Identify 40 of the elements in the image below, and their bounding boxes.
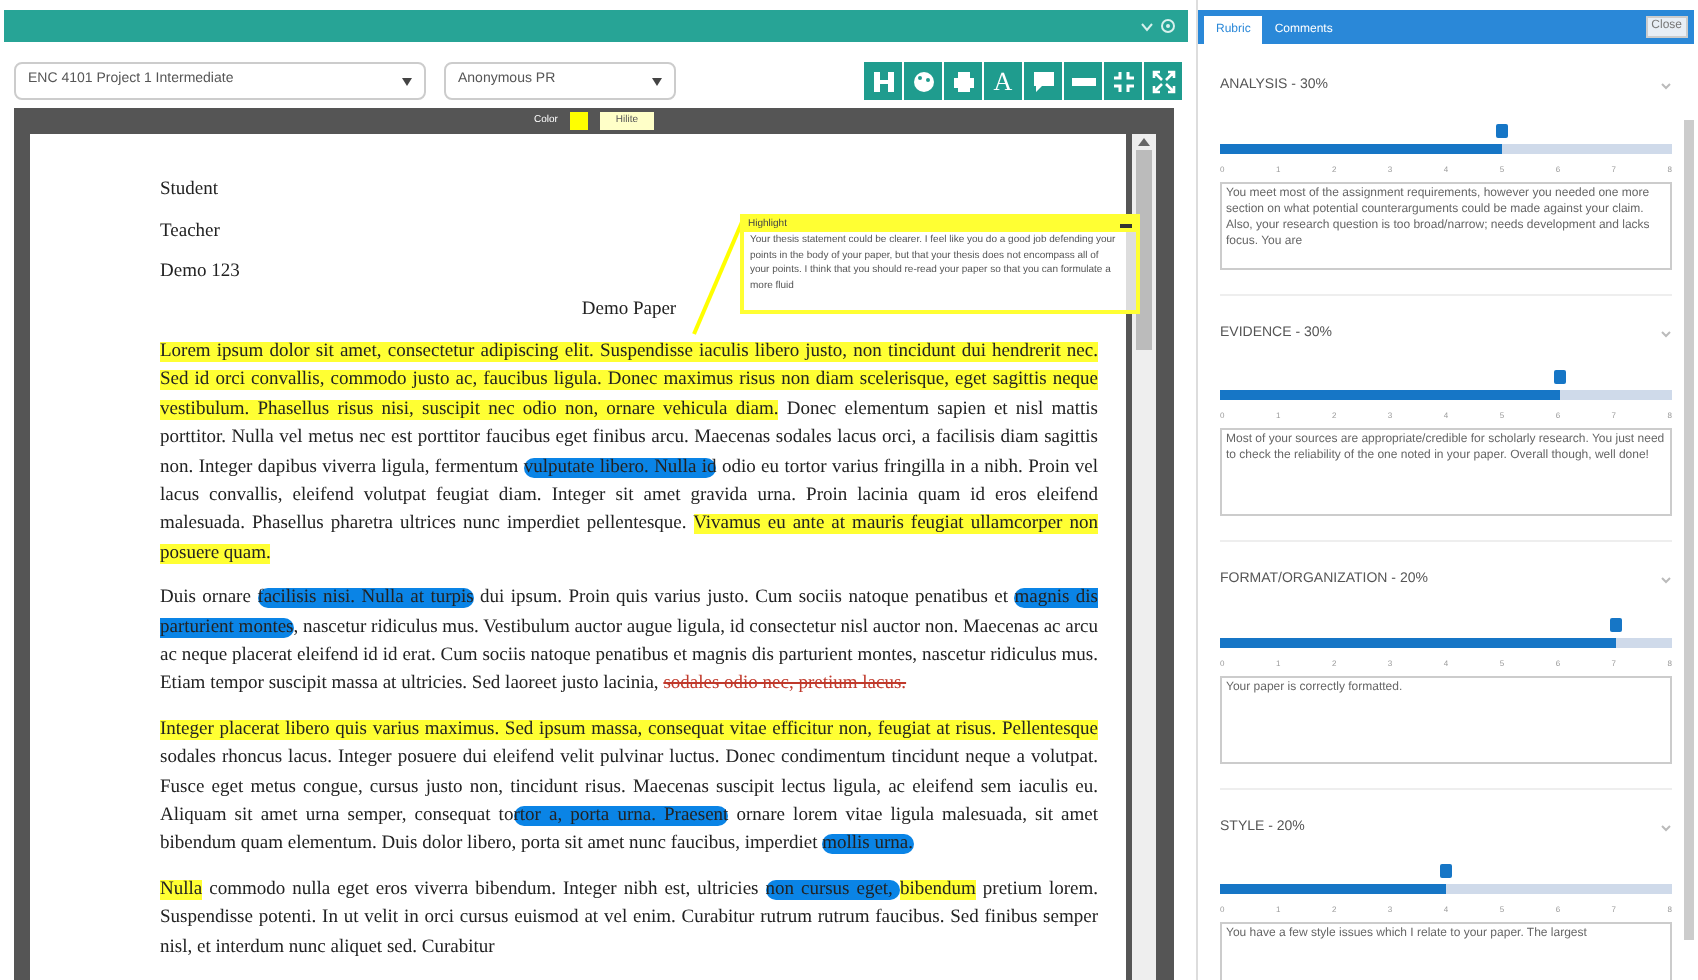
paragraph: Integer placerat libero quis varius maximus. Sed ipsum massa, consequat vitae efficitur non, feugiat at risus. Pellentesque sodales rhoncus lacus. Integer posuere dui eleifend velit pulvinar luctus. Donec condimentum tincidunt neque a volutpat. Fusce eget metus congue, cursus justo non, tincidunt risus. Maecenas suscipit lectus ligula, ac eleifend sem iaculis eu. Aliquam sit amet urna semper, consequat tortor a, porta urna. Praesent ornare lorem vitae ligula malesuada, sit amet bibendum quam elementum. Duis dolor libero, porta sit amet nunc faucibus, imperdiet mollis urna. — [160, 717, 1098, 859]
comment-field[interactable] — [1220, 181, 1672, 269]
shrink-icon — [1111, 69, 1135, 93]
print-icon — [951, 69, 975, 93]
dropdown-arrow-icon — [652, 77, 662, 85]
leader-line — [690, 218, 746, 338]
settings-icon[interactable] — [1160, 18, 1176, 34]
font-button[interactable]: A — [984, 62, 1022, 100]
dropdown-arrow-icon — [402, 77, 412, 85]
minimize-icon[interactable] — [1120, 223, 1132, 227]
expand-tool-button[interactable] — [1144, 62, 1182, 100]
paragraph: Duis ornare facilisis nisi. Nulla at turpis dui ipsum. Proin quis varius justo. Cum sociis natoque penatibus et magnis dis parturient montes, nascetur ridiculus mus. Vestibulum auctor augue ligula, id consectetur nisl auctor non. Maecenas ac arcu ac neque placerat eleifend id id erat. Cum sociis natoque penatibus et magnis dis parturient montes, nascetur ridiculus mus. Etiam tempor suscipit massa at ultricies. Sed laoreet justo lacinia, sodales odio nec, pretium lacus. — [160, 586, 1098, 699]
shrink-tool-button[interactable] — [1104, 62, 1142, 100]
paper-title: Demo Paper — [579, 297, 679, 323]
color-swatch[interactable] — [569, 112, 588, 130]
scroll-up-icon[interactable] — [1138, 138, 1150, 146]
chevron-icon[interactable] — [1660, 576, 1672, 585]
slider-thumb[interactable] — [1609, 617, 1622, 631]
expand-icon — [1151, 69, 1175, 93]
comment-popup[interactable] — [740, 214, 1140, 314]
header-line: Demo 123 — [160, 260, 240, 286]
paragraph: Nulla commodo nulla eget eros viverra bibendum. Integer nibh est, ultricies non cursus eget, bibendum pretium lorem. Suspendisse potenti. In ut velit in orci cursus euismod at vel enim. Curabitur rutrum rutrum faucibus. Sed finibus semper nisl, et interdum nunc aliquet sed. Curabitur — [160, 877, 1098, 962]
fit-tool-button[interactable] — [864, 62, 902, 100]
slider-thumb[interactable] — [1440, 864, 1452, 878]
fit-page-icon — [871, 69, 895, 93]
slider-thumb[interactable] — [1553, 370, 1565, 384]
chevron-icon[interactable] — [1660, 823, 1672, 832]
chevron-icon[interactable] — [1660, 329, 1672, 338]
chevron-icon[interactable] — [1660, 82, 1672, 91]
comment-tool-button[interactable] — [1024, 62, 1062, 100]
line-tool-button[interactable] — [1064, 62, 1102, 100]
header-line: Teacher — [160, 219, 220, 245]
header-line: Student — [160, 178, 219, 204]
minus-icon — [1071, 77, 1095, 85]
scrollbar[interactable] — [1132, 134, 1156, 980]
speech-bubble-icon — [1031, 69, 1055, 93]
print-tool-button[interactable] — [944, 62, 982, 100]
palette-tool-button[interactable] — [904, 62, 942, 100]
scrollbar[interactable] — [1684, 120, 1694, 940]
slider-thumb[interactable] — [1496, 123, 1509, 137]
